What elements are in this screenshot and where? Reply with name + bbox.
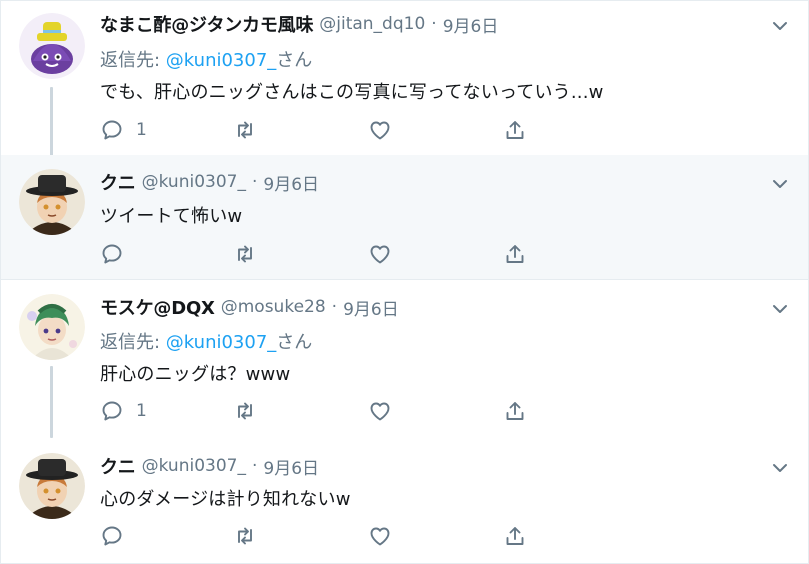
- reply-to-suffix: さん: [276, 332, 313, 353]
- like-button[interactable]: [368, 117, 392, 143]
- share-button[interactable]: [503, 523, 527, 549]
- user-handle[interactable]: @kuni0307_: [142, 456, 246, 476]
- tweet-header: クニ @kuni0307_ · 9月6日: [100, 453, 319, 479]
- chevron-down-icon[interactable]: [770, 458, 790, 478]
- retweet-button[interactable]: [233, 241, 257, 267]
- tweet-4[interactable]: クニ @kuni0307_ · 9月6日 心のダメージは計り知れないw: [1, 437, 808, 563]
- chevron-down-icon[interactable]: [770, 299, 790, 319]
- avatar[interactable]: [19, 294, 85, 360]
- reply-to-label: 返信先:: [100, 50, 166, 71]
- retweet-icon: [238, 527, 252, 545]
- tweet-text: 心のダメージは計り知れないw: [100, 489, 351, 510]
- tweet-1[interactable]: なまこ酢@ジタンカモ風味 @jitan_dq10 · 9月6日 返信先: @ku…: [1, 1, 808, 157]
- separator: ·: [251, 456, 258, 476]
- display-name[interactable]: クニ: [100, 453, 136, 479]
- tweet-date[interactable]: 9月6日: [263, 170, 319, 195]
- user-handle[interactable]: @jitan_dq10: [319, 14, 425, 34]
- avatar[interactable]: [19, 169, 85, 235]
- tweet-actions: [100, 523, 540, 549]
- reply-to-line: 返信先: @kuni0307_さん: [100, 328, 312, 354]
- retweet-button[interactable]: [233, 117, 257, 143]
- display-name[interactable]: モスケ@DQX: [100, 294, 215, 320]
- tweet-date[interactable]: 9月6日: [443, 12, 499, 37]
- reply-mention-link[interactable]: @kuni0307_: [166, 50, 277, 71]
- chevron-down-icon[interactable]: [770, 174, 790, 194]
- hat-character-avatar-icon: [19, 453, 85, 519]
- user-handle[interactable]: @kuni0307_: [142, 172, 246, 192]
- avatar[interactable]: [19, 13, 85, 79]
- separator: ·: [331, 297, 338, 317]
- share-icon: [506, 121, 524, 139]
- like-button[interactable]: [368, 398, 392, 424]
- share-button[interactable]: [503, 117, 527, 143]
- tweet-date[interactable]: 9月6日: [263, 454, 319, 479]
- tweet-date[interactable]: 9月6日: [343, 295, 399, 320]
- chevron-down-icon[interactable]: [770, 16, 790, 36]
- thread-line: [50, 87, 53, 157]
- retweet-icon: [238, 245, 252, 263]
- share-icon: [506, 245, 524, 263]
- tweet-actions: 1: [100, 398, 540, 424]
- tweet-2[interactable]: クニ @kuni0307_ · 9月6日 ツイートて怖いw: [1, 155, 808, 279]
- display-name[interactable]: なまこ酢@ジタンカモ風味: [100, 11, 313, 37]
- user-handle[interactable]: @mosuke28: [221, 297, 326, 317]
- tweet-actions: [100, 241, 540, 267]
- share-button[interactable]: [503, 241, 527, 267]
- display-name[interactable]: クニ: [100, 169, 136, 195]
- reply-count: 1: [136, 401, 147, 421]
- tweet-text: ツイートて怖いw: [100, 206, 243, 227]
- like-icon: [370, 245, 390, 264]
- like-button[interactable]: [368, 241, 392, 267]
- separator: ·: [251, 172, 258, 192]
- reply-icon: [102, 244, 122, 264]
- purple-slime-avatar-icon: [19, 13, 85, 79]
- like-icon: [370, 402, 390, 421]
- retweet-icon: [238, 121, 252, 139]
- reply-to-label: 返信先:: [100, 332, 166, 353]
- reply-icon: [102, 526, 122, 546]
- reply-button[interactable]: 1: [100, 117, 147, 143]
- retweet-button[interactable]: [233, 398, 257, 424]
- green-hair-character-avatar-icon: [19, 294, 85, 360]
- reply-to-suffix: さん: [276, 50, 313, 71]
- like-icon: [370, 121, 390, 140]
- retweet-icon: [238, 402, 252, 420]
- like-button[interactable]: [368, 523, 392, 549]
- reply-count: 1: [136, 120, 147, 140]
- reply-icon: [102, 401, 122, 421]
- separator: ·: [431, 14, 437, 34]
- tweet-header: クニ @kuni0307_ · 9月6日: [100, 169, 319, 195]
- share-icon: [506, 527, 524, 545]
- share-button[interactable]: [503, 398, 527, 424]
- tweet-header: モスケ@DQX @mosuke28 · 9月6日: [100, 294, 399, 320]
- reply-mention-link[interactable]: @kuni0307_: [166, 332, 277, 353]
- tweet-text: 肝心のニッグは？www: [100, 364, 291, 385]
- reply-icon: [102, 120, 122, 140]
- share-icon: [506, 402, 524, 420]
- tweet-text: でも、肝心のニッグさんはこの写真に写ってないっていう...w: [100, 82, 604, 103]
- reply-button[interactable]: [100, 523, 136, 549]
- reply-button[interactable]: [100, 241, 136, 267]
- tweet-actions: 1: [100, 117, 540, 143]
- tweet-3[interactable]: モスケ@DQX @mosuke28 · 9月6日 返信先: @kuni0307_…: [1, 280, 808, 438]
- like-icon: [370, 527, 390, 546]
- tweet-header: なまこ酢@ジタンカモ風味 @jitan_dq10 · 9月6日: [100, 11, 498, 37]
- thread-line: [50, 366, 53, 438]
- retweet-button[interactable]: [233, 523, 257, 549]
- reply-to-line: 返信先: @kuni0307_さん: [100, 46, 312, 72]
- reply-button[interactable]: 1: [100, 398, 147, 424]
- hat-character-avatar-icon: [19, 169, 85, 235]
- avatar[interactable]: [19, 453, 85, 519]
